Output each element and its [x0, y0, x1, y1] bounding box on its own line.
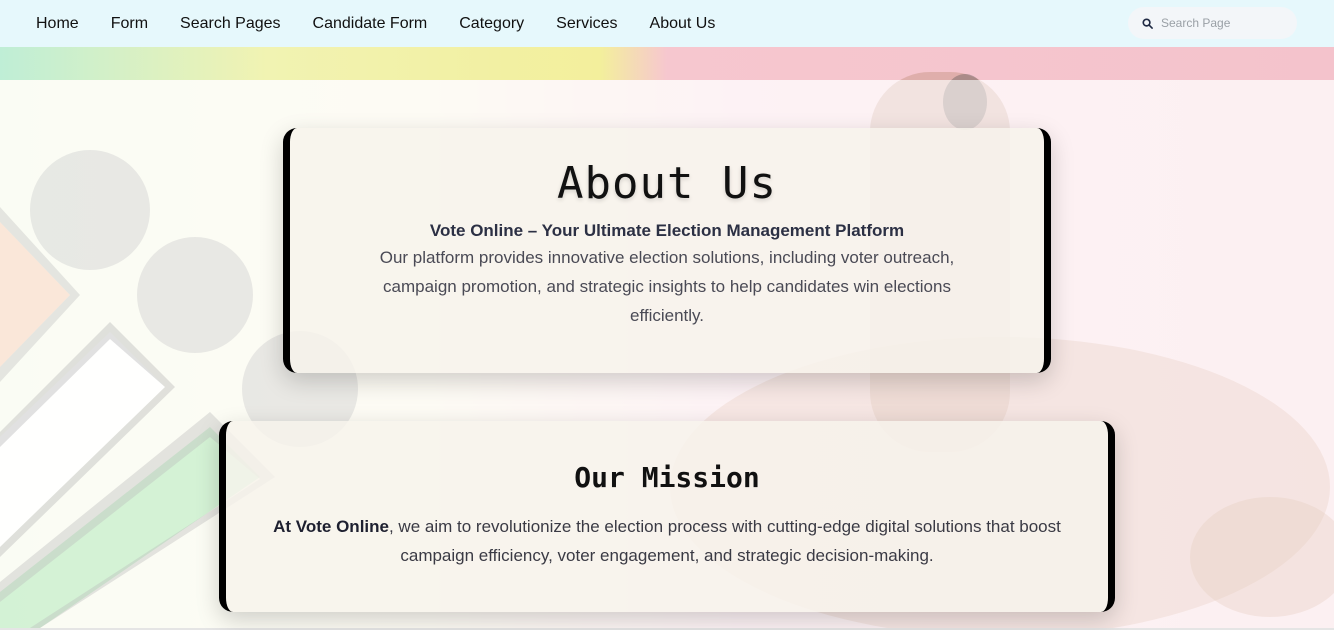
nav-candidate-form[interactable]: Candidate Form [297, 15, 444, 33]
mission-card: Our Mission At Vote Online, we aim to re… [219, 421, 1115, 612]
mission-text: At Vote Online, we aim to revolutionize … [257, 512, 1077, 570]
mission-body: , we aim to revolutionize the election p… [388, 517, 1061, 565]
about-title: About Us [557, 158, 777, 209]
nav-home[interactable]: Home [20, 15, 95, 33]
nav-services[interactable]: Services [540, 15, 633, 33]
mission-lead: At Vote Online [273, 517, 389, 536]
search-icon [1142, 17, 1153, 29]
nav-category[interactable]: Category [443, 15, 540, 33]
nav-about-us[interactable]: About Us [634, 15, 732, 33]
nav-form[interactable]: Form [95, 15, 164, 33]
nav-links: Home Form Search Pages Candidate Form Ca… [20, 15, 731, 33]
about-description: Our platform provides innovative electio… [379, 248, 955, 325]
top-navbar: Home Form Search Pages Candidate Form Ca… [0, 0, 1334, 47]
search-input[interactable] [1161, 16, 1281, 30]
search-box[interactable] [1128, 7, 1297, 39]
mission-title: Our Mission [574, 461, 760, 494]
about-subtitle: Vote Online – Your Ultimate Election Man… [429, 221, 905, 240]
nav-search-pages[interactable]: Search Pages [164, 15, 297, 33]
about-card: About Us Vote Online – Your Ultimate Ele… [283, 128, 1051, 373]
